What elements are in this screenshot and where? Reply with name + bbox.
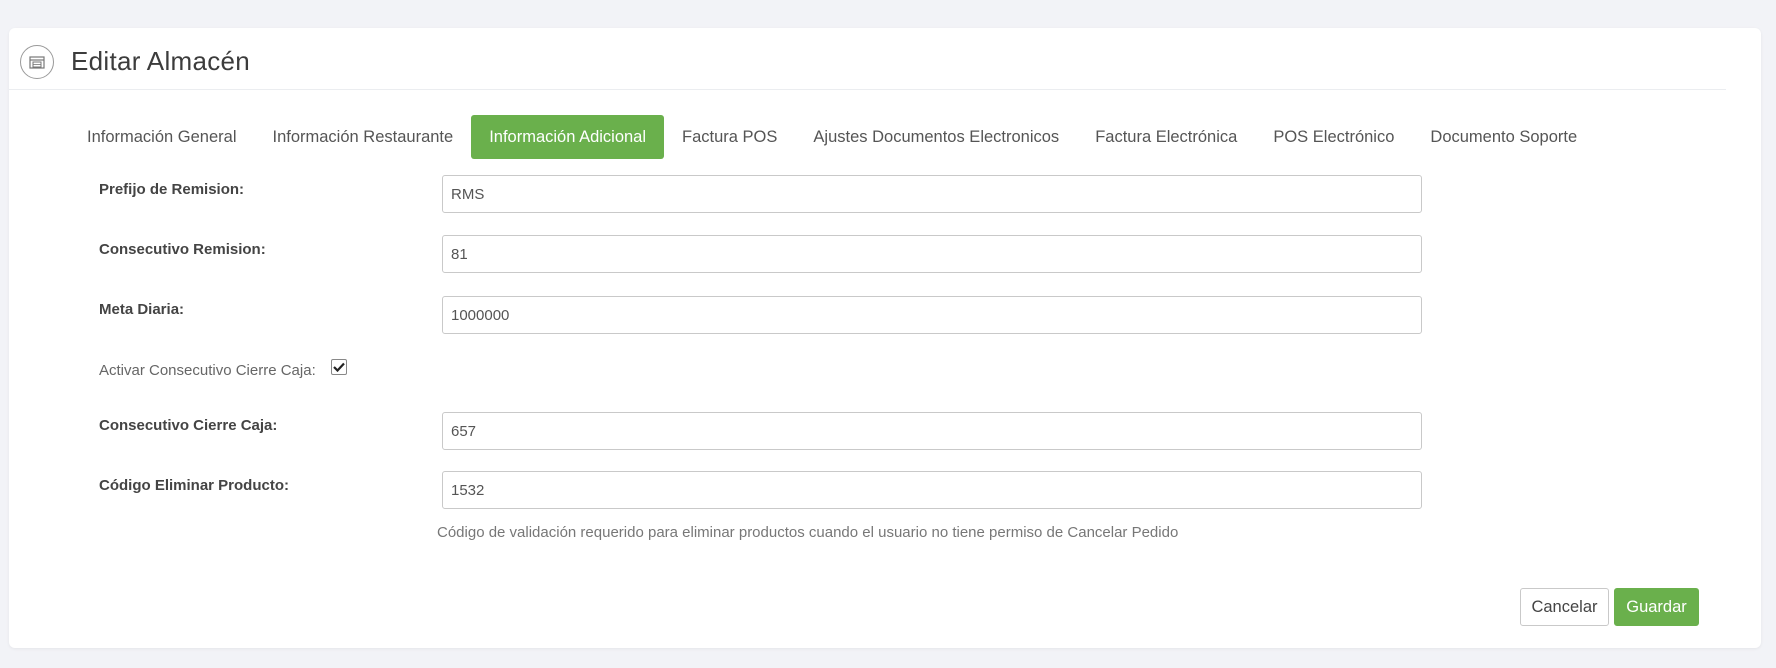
activar-consecutivo-checkbox[interactable] xyxy=(331,359,347,375)
consecutivo-remision-label: Consecutivo Remision: xyxy=(99,241,266,258)
activar-consecutivo-label: Activar Consecutivo Cierre Caja: xyxy=(99,362,316,379)
tab-ajustes-documentos-electronicos[interactable]: Ajustes Documentos Electronicos xyxy=(795,115,1077,159)
consecutivo-cierre-input[interactable] xyxy=(442,412,1422,450)
tab-factura-pos[interactable]: Factura POS xyxy=(664,115,795,159)
codigo-eliminar-help-text: Código de validación requerido para elim… xyxy=(437,524,1179,541)
page-title: Editar Almacén xyxy=(71,46,251,76)
meta-diaria-input[interactable] xyxy=(442,296,1422,334)
tab-informacion-adicional[interactable]: Información Adicional xyxy=(471,115,665,159)
prefijo-remision-input[interactable] xyxy=(442,175,1422,213)
page-header: Editar Almacén xyxy=(9,28,1726,90)
codigo-eliminar-input[interactable] xyxy=(442,471,1422,509)
codigo-eliminar-label: Código Eliminar Producto: xyxy=(99,477,289,494)
tab-documento-soporte[interactable]: Documento Soporte xyxy=(1412,115,1595,159)
checkmark-icon xyxy=(333,362,345,372)
prefijo-remision-label: Prefijo de Remision: xyxy=(99,181,245,198)
tab-bar: Información General Información Restaura… xyxy=(69,114,1595,160)
consecutivo-remision-input[interactable] xyxy=(442,235,1422,273)
save-button[interactable]: Guardar xyxy=(1614,588,1699,626)
tab-factura-electronica[interactable]: Factura Electrónica xyxy=(1077,115,1255,159)
warehouse-icon xyxy=(20,45,54,79)
tab-informacion-restaurante[interactable]: Información Restaurante xyxy=(255,115,472,159)
edit-warehouse-card: Editar Almacén Información General Infor… xyxy=(9,28,1761,648)
cancel-button[interactable]: Cancelar xyxy=(1520,588,1609,626)
meta-diaria-label: Meta Diaria: xyxy=(99,301,185,318)
tab-pos-electronico[interactable]: POS Electrónico xyxy=(1255,115,1412,159)
tab-informacion-general[interactable]: Información General xyxy=(69,115,255,159)
consecutivo-cierre-label: Consecutivo Cierre Caja: xyxy=(99,417,278,434)
